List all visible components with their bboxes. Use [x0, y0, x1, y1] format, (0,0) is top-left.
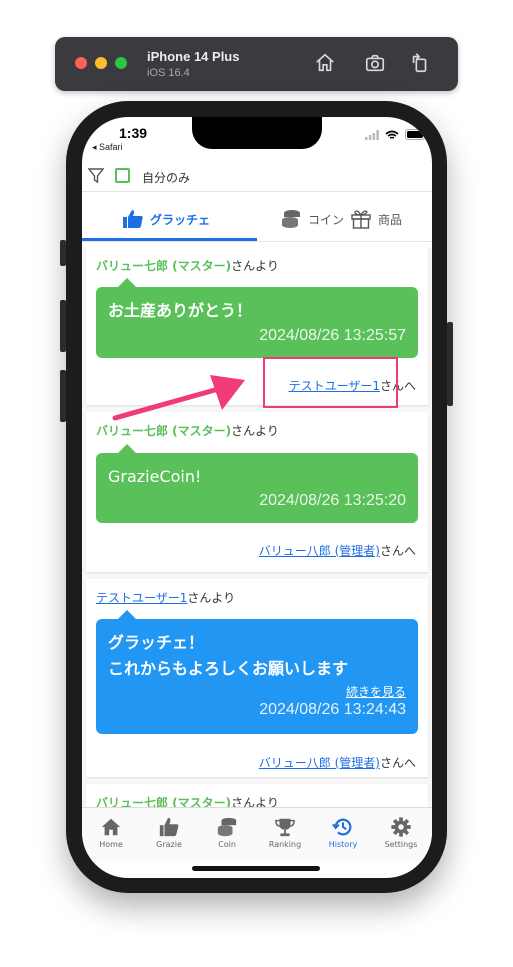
- message-bubble[interactable]: お土産ありがとう！ 2024/08/26 13:25:57: [96, 278, 418, 358]
- annotation-arrow-icon: [112, 375, 245, 421]
- back-to-app-link[interactable]: ◂ Safari: [92, 142, 123, 153]
- message-text: お土産ありがとう！: [108, 301, 253, 320]
- sender-suffix: さんより: [187, 591, 236, 605]
- os-version: iOS 16.4: [147, 67, 190, 79]
- tab-coin-label: コイン: [308, 212, 345, 227]
- tabbar-grazie[interactable]: Grazie: [144, 816, 194, 849]
- read-more-link[interactable]: 続きを見る: [346, 683, 406, 700]
- gear-icon: [391, 817, 411, 837]
- simulator-toolbar: iPhone 14 Plus iOS 16.4: [55, 37, 458, 91]
- sender-name[interactable]: テストユーザー1: [96, 591, 187, 605]
- signal-icon: [365, 129, 379, 140]
- recipient-suffix: さんへ: [379, 544, 416, 558]
- silent-switch: [60, 240, 66, 266]
- tabbar-home-label: Home: [99, 840, 123, 849]
- gift-icon: [351, 210, 371, 229]
- home-icon[interactable]: [314, 52, 336, 74]
- tabbar-coin-label: Coin: [218, 840, 236, 849]
- sender-line: テストユーザー1さんより: [96, 589, 235, 606]
- recipient-line: バリュー八郎 (管理者)さんへ: [259, 542, 416, 559]
- coin-stack-icon: [217, 817, 237, 837]
- wifi-icon: [385, 130, 399, 139]
- tab-grazie-label: グラッチェ: [150, 212, 211, 227]
- thumbs-up-icon: [123, 210, 143, 228]
- message-timestamp: 2024/08/26 13:25:57: [259, 327, 406, 344]
- message-bubble[interactable]: グラッチェ！ これからもよろしくお願いします 続きを見る 2024/08/26 …: [96, 610, 418, 734]
- app-screen: 1:39 ◂ Safari 自分のみ グラッチェ コイン 商品 バリュー七郎 (…: [82, 117, 432, 878]
- tab-coin[interactable]: コイン: [280, 199, 344, 239]
- sender-name[interactable]: バリュー七郎 (マスター): [96, 424, 231, 438]
- message-timestamp: 2024/08/26 13:25:20: [259, 492, 406, 509]
- tabbar-settings[interactable]: Settings: [376, 816, 426, 849]
- recipient-link[interactable]: バリュー八郎 (管理者): [259, 544, 380, 558]
- history-icon: [332, 818, 352, 836]
- filter-icon[interactable]: [88, 168, 104, 184]
- recipient-line: バリュー八郎 (管理者)さんへ: [259, 754, 416, 771]
- history-tabs: グラッチェ コイン 商品: [82, 199, 432, 242]
- tab-goods-label: 商品: [378, 212, 403, 227]
- message-text: GrazieCoin!: [108, 467, 202, 486]
- tab-goods[interactable]: 商品: [350, 199, 402, 239]
- history-card: バリュー七郎 (マスター)さんより GrazieCoin! 2024/08/26…: [86, 412, 428, 572]
- tab-grazie[interactable]: グラッチェ: [122, 199, 210, 239]
- tabbar-history[interactable]: History: [318, 816, 368, 849]
- message-timestamp: 2024/08/26 13:24:43: [259, 701, 406, 718]
- screenshot-icon[interactable]: [364, 52, 386, 74]
- only-mine-checkbox[interactable]: [115, 168, 130, 183]
- sender-suffix: さんより: [231, 796, 279, 807]
- recipient-suffix: さんへ: [379, 756, 416, 770]
- history-feed[interactable]: バリュー七郎 (マスター)さんより お土産ありがとう！ 2024/08/26 1…: [82, 247, 432, 807]
- status-icons: [365, 129, 427, 140]
- tabbar-history-label: History: [328, 840, 358, 849]
- only-mine-label: 自分のみ: [142, 171, 191, 185]
- sender-line: バリュー七郎 (マスター)さんより: [96, 257, 279, 274]
- device-name: iPhone 14 Plus: [147, 49, 240, 64]
- tabbar-grazie-label: Grazie: [156, 840, 182, 849]
- tabbar-ranking[interactable]: Ranking: [260, 816, 310, 849]
- tabbar-home[interactable]: Home: [86, 816, 136, 849]
- volume-up-button: [60, 300, 66, 352]
- recipient-link[interactable]: バリュー八郎 (管理者): [259, 756, 380, 770]
- rotate-icon[interactable]: [409, 52, 431, 74]
- history-card: バリュー七郎 (マスター)さんより: [86, 784, 428, 807]
- sender-suffix: さんより: [231, 424, 279, 438]
- message-text-line1: グラッチェ！: [108, 633, 205, 652]
- message-text-line2: これからもよろしくお願いします: [108, 659, 349, 678]
- sender-name[interactable]: バリュー七郎 (マスター): [96, 259, 231, 273]
- volume-down-button: [60, 370, 66, 422]
- power-button: [447, 322, 453, 406]
- thumbs-up-icon: [159, 817, 179, 837]
- home-indicator: [192, 866, 320, 871]
- status-time: 1:39: [119, 125, 148, 141]
- trophy-icon: [275, 818, 295, 837]
- tabbar-coin[interactable]: Coin: [202, 816, 252, 849]
- zoom-window-button[interactable]: [115, 57, 127, 69]
- bottom-tab-bar: Home Grazie Coin Ranking History Setting…: [82, 807, 432, 863]
- filter-bar: 自分のみ: [82, 159, 432, 192]
- minimize-window-button[interactable]: [95, 57, 107, 69]
- dynamic-island: [192, 117, 322, 149]
- sender-line: バリュー七郎 (マスター)さんより: [96, 794, 279, 807]
- history-card: テストユーザー1さんより グラッチェ！ これからもよろしくお願いします 続きを見…: [86, 579, 428, 777]
- home-icon: [101, 818, 121, 836]
- coin-stack-icon: [282, 210, 300, 228]
- tabbar-ranking-label: Ranking: [268, 840, 302, 849]
- close-window-button[interactable]: [75, 57, 87, 69]
- battery-icon: [405, 129, 427, 140]
- highlight-box: [263, 357, 398, 408]
- active-tab-indicator: [82, 238, 257, 241]
- message-bubble[interactable]: GrazieCoin! 2024/08/26 13:25:20: [96, 444, 418, 523]
- sender-suffix: さんより: [231, 259, 279, 273]
- tabbar-settings-label: Settings: [384, 840, 418, 849]
- sender-name[interactable]: バリュー七郎 (マスター): [96, 796, 231, 807]
